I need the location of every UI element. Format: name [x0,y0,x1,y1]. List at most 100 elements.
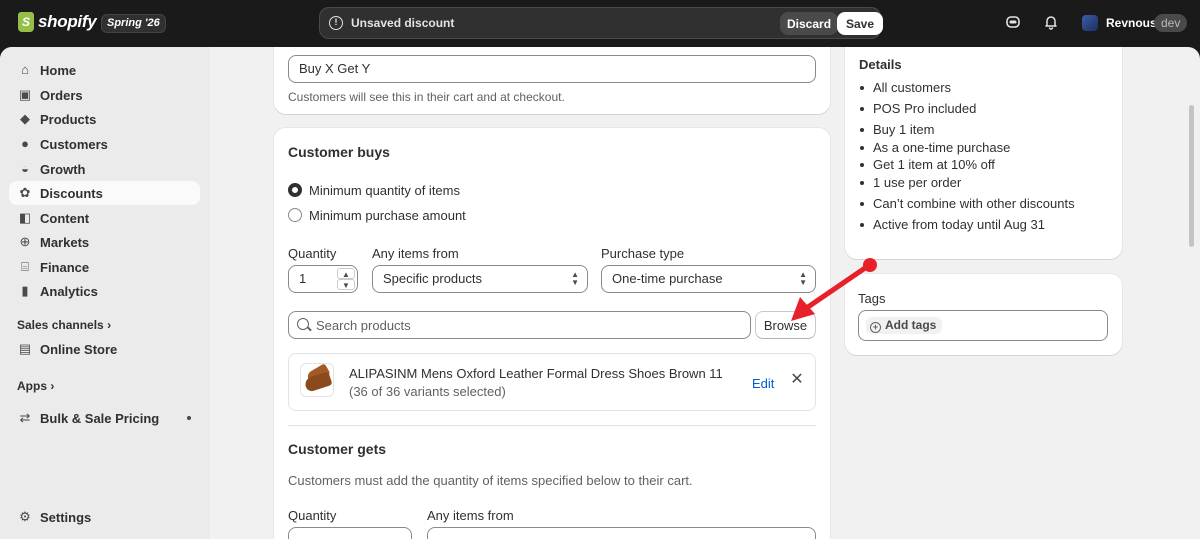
details-heading: Details [859,57,902,72]
purchase-type-value: One-time purchase [612,271,723,286]
quantity-label: Quantity [288,246,337,261]
unsaved-message: Unsaved discount [351,16,455,30]
sidebar-item-finance[interactable]: ⌸ Finance [9,255,200,279]
tags-card: Tags + Add tags [845,274,1122,355]
min-quantity-radio[interactable] [288,183,302,197]
apps-label: Apps [17,379,47,393]
details-subitem: As a one-time purchase [859,139,1075,157]
details-item: Can’t combine with other discounts [859,195,1075,213]
sidebar-item-markets[interactable]: ⊕ Markets [9,230,200,254]
sidebar-item-label: Settings [40,509,92,525]
sidebar-item-label: Products [40,111,97,127]
sidebar-item-label: Discounts [40,185,103,201]
purchase-type-select[interactable]: One-time purchase ▲ ▼ [601,265,816,293]
min-quantity-label[interactable]: Minimum quantity of items [309,183,460,198]
app-icon: ⇄ [19,410,31,425]
contextual-save-bar: ! Unsaved discount Discard Save [319,7,884,39]
quantity-stepper[interactable]: 1 ▲ ▼ [288,265,358,293]
store-avatar[interactable] [1082,15,1098,31]
customer-gets-heading: Customer gets [288,441,387,457]
plus-circle-icon: + [870,322,881,333]
sidebar-item-growth[interactable]: ◒ Growth [9,157,200,181]
chevron-down-icon[interactable]: ▼ [337,279,355,290]
details-item: All customers [859,79,1075,97]
sidebar-item-content[interactable]: ◧ Content [9,206,200,230]
sidebar-item-label: Bulk & Sale Pricing [40,410,160,426]
product-name: ALIPASINM Mens Oxford Leather Formal Dre… [349,366,723,381]
gear-icon: ⚙ [19,509,31,524]
quantity-value: 1 [299,271,307,286]
items-from-select[interactable]: Specific products ▲ ▼ [372,265,588,293]
sidebar-item-online-store[interactable]: ▤ Online Store [9,337,200,361]
sidebar-item-label: Home [40,62,77,78]
select-caret-icon: ▲ ▼ [571,270,579,287]
sidebar-item-orders[interactable]: ▣ Orders [9,83,200,107]
select-caret-icon: ▲ ▼ [799,270,807,287]
sidebar-item-customers[interactable]: ● Customers [9,132,200,156]
close-icon[interactable]: ✕ [790,372,804,388]
store-name[interactable]: Revnous [1106,16,1157,30]
chart-icon: ▮ [21,283,29,298]
sales-channels-label: Sales channels [17,318,104,332]
edition-badge: Spring '26 [101,14,166,33]
bank-icon: ⌸ [21,259,29,274]
sidebar-item-settings[interactable]: ⚙ Settings [9,505,200,529]
sales-channels-heading[interactable]: Sales channels › [17,318,111,332]
scrollbar[interactable] [1189,105,1194,247]
sidebar-item-home[interactable]: ⌂ Home [9,58,200,82]
tags-heading: Tags [858,291,886,306]
gets-quantity-stepper[interactable] [288,527,412,539]
chevron-right-icon: › [107,318,112,332]
sidebar-item-discounts[interactable]: ✿ Discounts [9,181,200,205]
browse-button[interactable]: Browse [755,311,816,339]
orders-icon: ▣ [18,87,32,102]
tags-input[interactable]: + Add tags [858,310,1108,341]
items-from-label: Any items from [372,246,459,261]
sidebar-item-label: Finance [40,259,90,275]
title-input[interactable]: Buy X Get Y [288,55,816,83]
edit-product-link[interactable]: Edit [752,376,774,391]
sidebar-item-products[interactable]: ◆ Products [9,107,200,131]
discard-button[interactable]: Discard [780,12,839,35]
section-divider [288,425,816,426]
admin-frame: ⌂ Home ▣ Orders ◆ Products ● Customers ◒… [0,47,1200,539]
sidebar-item-label: Content [40,210,90,226]
sidebar-item-label: Growth [40,161,86,177]
sidebar-item-label: Online Store [40,341,118,357]
product-thumbnail [300,363,334,397]
customer-buys-card: Customer buys Minimum quantity of items … [274,128,830,539]
more-dot-icon [187,416,191,420]
home-icon: ⌂ [21,62,29,77]
shopify-logo[interactable]: shopify [18,12,97,32]
details-subitem: 1 use per order [859,174,1075,192]
growth-icon: ◒ [21,161,29,176]
sidekick-glyph [1006,16,1020,28]
stepper-controls[interactable]: ▲ ▼ [337,268,355,290]
add-tags-button[interactable]: + Add tags [866,317,943,334]
sidebar-item-analytics[interactable]: ▮ Analytics [9,279,200,303]
chevron-up-icon[interactable]: ▲ [337,268,355,279]
title-card: Buy X Get Y Customers will see this in t… [274,47,830,114]
alert-circle-icon: ! [329,16,343,30]
person-icon: ● [21,136,29,151]
details-item: Active from today until Aug 31 [859,216,1075,234]
content-icon: ◧ [18,210,32,225]
search-placeholder: Search products [316,318,411,333]
min-amount-radio[interactable] [288,208,302,222]
min-amount-label[interactable]: Minimum purchase amount [309,208,466,223]
gets-items-from-select[interactable] [427,527,816,539]
sidebar: ⌂ Home ▣ Orders ◆ Products ● Customers ◒… [0,47,210,539]
save-button[interactable]: Save [837,12,884,35]
purchase-type-label: Purchase type [601,246,685,261]
details-item: POS Pro included [859,100,1075,118]
sidebar-item-bulk-sale-pricing[interactable]: ⇄ Bulk & Sale Pricing [9,406,200,430]
globe-icon: ⊕ [19,234,31,249]
apps-heading[interactable]: Apps › [17,379,54,393]
customer-gets-help-text: Customers must add the quantity of items… [288,473,693,488]
details-card: Details All customers POS Pro included B… [845,47,1122,259]
search-products-input[interactable]: Search products [288,311,751,339]
bell-icon[interactable] [1042,14,1060,32]
tag-icon: ◆ [20,111,30,126]
brand-name: shopify [38,12,97,31]
sidekick-icon[interactable] [1004,14,1022,32]
